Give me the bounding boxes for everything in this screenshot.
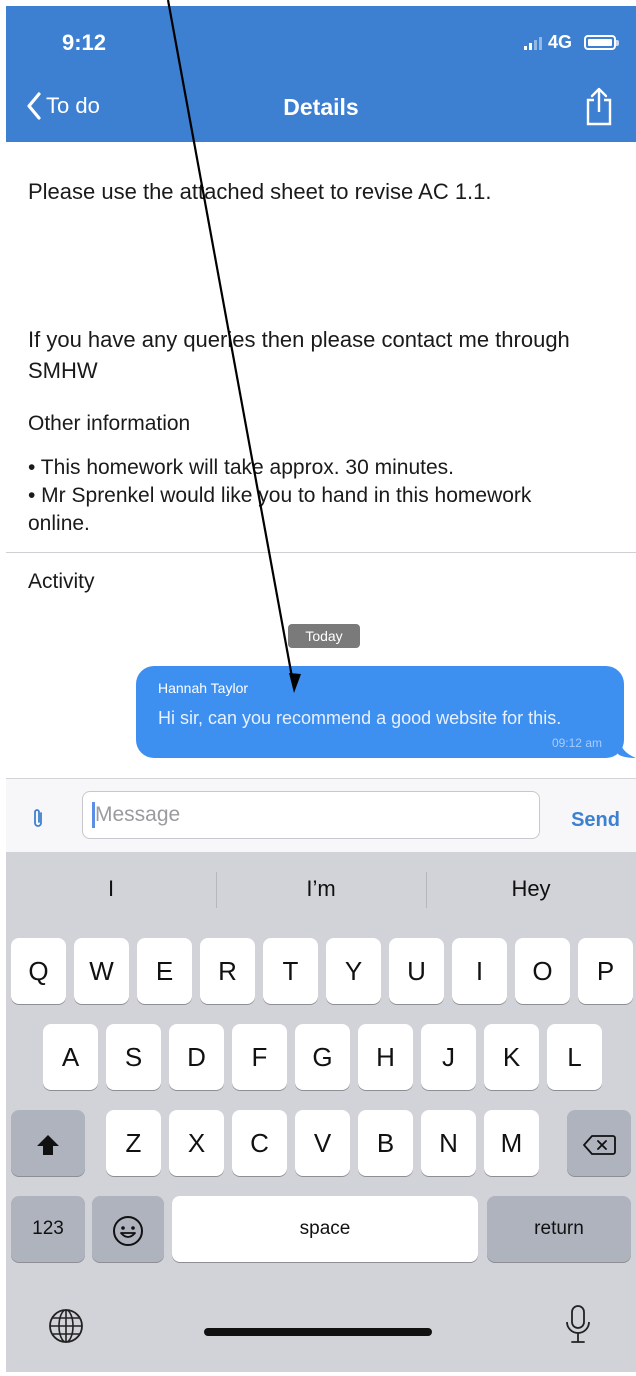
app-screen: 9:12 4G To do Details Please use the att… — [6, 6, 636, 1372]
duration-info: • This homework will take approx. 30 min… — [28, 456, 454, 479]
message-bubble[interactable]: Hannah Taylor Hi sir, can you recommend … — [136, 666, 624, 758]
key-l[interactable]: L — [547, 1024, 602, 1090]
dictation-button[interactable] — [564, 1304, 592, 1351]
top-bar: 9:12 4G To do Details — [6, 6, 636, 142]
key-w[interactable]: W — [74, 938, 129, 1004]
attach-button[interactable] — [32, 807, 44, 834]
key-d[interactable]: D — [169, 1024, 224, 1090]
key-g[interactable]: G — [295, 1024, 350, 1090]
backspace-icon — [583, 1135, 616, 1156]
globe-button[interactable] — [48, 1308, 84, 1349]
signal-icon — [523, 36, 542, 50]
key-s[interactable]: S — [106, 1024, 161, 1090]
key-n[interactable]: N — [421, 1110, 476, 1176]
section-divider — [6, 552, 636, 553]
suggestion-1[interactable]: I — [6, 852, 216, 926]
paperclip-icon — [34, 809, 42, 827]
key-j[interactable]: J — [421, 1024, 476, 1090]
message-input[interactable] — [82, 791, 540, 839]
contact-text: If you have any queries then please cont… — [28, 327, 570, 383]
numbers-key[interactable]: 123 — [11, 1196, 85, 1262]
key-t[interactable]: T — [263, 938, 318, 1004]
globe-icon — [49, 1309, 83, 1343]
home-indicator — [204, 1328, 432, 1336]
emoji-icon — [113, 1216, 143, 1247]
key-k[interactable]: K — [484, 1024, 539, 1090]
share-icon — [586, 87, 612, 126]
key-y[interactable]: Y — [326, 938, 381, 1004]
space-key[interactable]: space — [172, 1196, 478, 1262]
key-a[interactable]: A — [43, 1024, 98, 1090]
message-sender: Hannah Taylor — [158, 680, 249, 696]
key-h[interactable]: H — [358, 1024, 413, 1090]
key-q[interactable]: Q — [11, 938, 66, 1004]
text-cursor — [92, 802, 95, 828]
battery-icon — [584, 35, 619, 50]
key-o[interactable]: O — [515, 938, 570, 1004]
send-button[interactable]: Send — [571, 809, 620, 832]
message-time: 09:12 am — [551, 736, 602, 750]
date-badge: Today — [288, 624, 360, 648]
microphone-icon — [566, 1305, 590, 1343]
shift-icon — [37, 1135, 59, 1156]
suggestion-2[interactable]: I’m — [216, 852, 426, 926]
backspace-key[interactable] — [567, 1110, 631, 1176]
network-type: 4G — [547, 32, 572, 52]
key-b[interactable]: B — [358, 1110, 413, 1176]
key-p[interactable]: P — [578, 938, 633, 1004]
key-u[interactable]: U — [389, 938, 444, 1004]
key-i[interactable]: I — [452, 938, 507, 1004]
message-composer: Send — [6, 778, 636, 853]
suggestion-3[interactable]: Hey — [426, 852, 636, 926]
share-button[interactable] — [584, 86, 614, 131]
status-time: 9:12 — [62, 30, 107, 55]
description-text: Please use the attached sheet to revise … — [28, 179, 492, 204]
return-key[interactable]: return — [487, 1196, 631, 1262]
shift-key[interactable] — [11, 1110, 85, 1176]
key-m[interactable]: M — [484, 1110, 539, 1176]
keyboard: I I’m Hey QWERTYUIOP ASDFGHJKL ZXCVBNM 1… — [6, 852, 636, 1372]
emoji-key[interactable] — [92, 1196, 164, 1262]
key-c[interactable]: C — [232, 1110, 287, 1176]
key-e[interactable]: E — [137, 938, 192, 1004]
key-z[interactable]: Z — [106, 1110, 161, 1176]
page-title: Details — [283, 94, 359, 120]
message-text: Hi sir, can you recommend a good website… — [158, 708, 562, 728]
key-v[interactable]: V — [295, 1110, 350, 1176]
key-x[interactable]: X — [169, 1110, 224, 1176]
submission-info: • Mr Sprenkel would like you to hand in … — [28, 484, 532, 535]
other-information-heading: Other information — [28, 412, 191, 435]
status-indicators: 4G — [523, 32, 619, 53]
activity-heading: Activity — [28, 570, 95, 593]
key-r[interactable]: R — [200, 938, 255, 1004]
key-f[interactable]: F — [232, 1024, 287, 1090]
